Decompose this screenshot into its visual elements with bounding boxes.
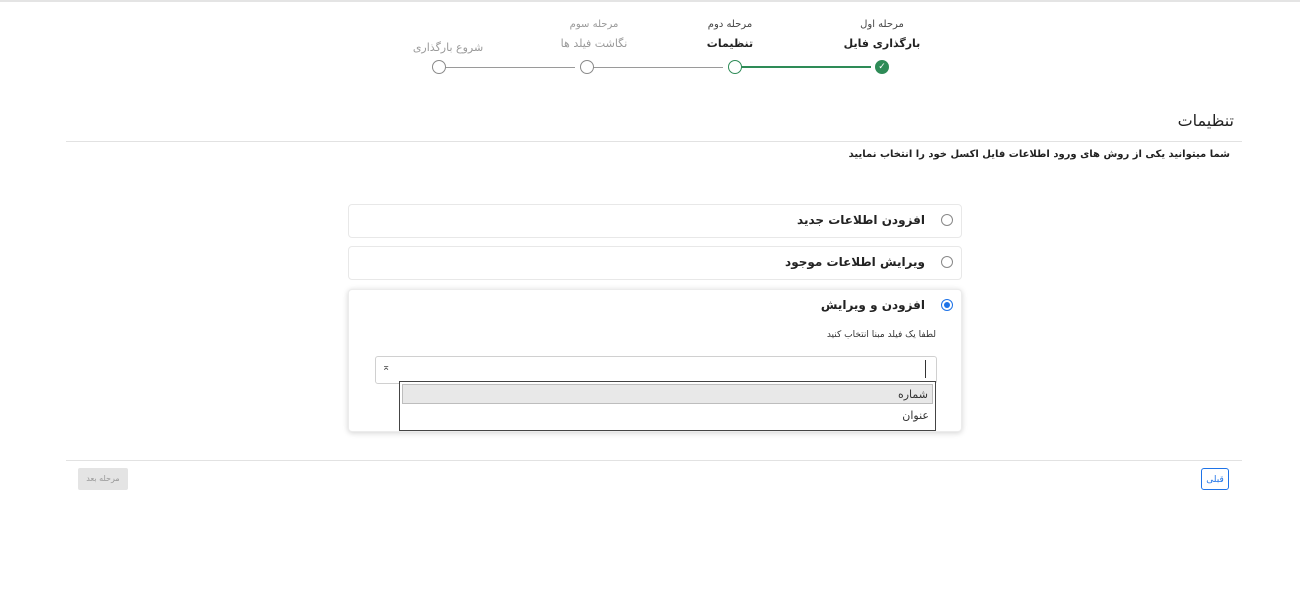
step-4-circle-icon <box>432 60 446 74</box>
step-title: نگاشت فیلد ها <box>560 37 628 50</box>
option-add-and-edit-card[interactable]: افزودن و ویرایش لطفا یک فیلد مبنا انتخاب… <box>348 289 962 432</box>
dropdown-option-title[interactable]: عنوان <box>402 406 933 426</box>
step-number-label: مرحله سوم <box>569 19 619 30</box>
step-field-mapping: مرحله سوم نگاشت فیلد ها <box>514 18 674 51</box>
option-add-new-radio[interactable] <box>941 214 953 226</box>
section-divider <box>66 141 1242 142</box>
step-settings: مرحله دوم تنظیمات <box>650 18 810 51</box>
stepper-track: ✓ <box>432 60 892 76</box>
base-field-dropdown-list[interactable]: شماره عنوان <box>399 381 936 431</box>
option-add-new-card[interactable]: افزودن اطلاعات جدید <box>348 204 962 238</box>
option-add-new-label[interactable]: افزودن اطلاعات جدید <box>797 213 925 227</box>
step-title: شروع بارگذاری <box>412 41 484 54</box>
option-add-and-edit-radio[interactable] <box>941 299 953 311</box>
dropdown-option-number[interactable]: شماره <box>402 384 933 404</box>
stepper-connector <box>593 67 723 68</box>
instructions-text: شما میتوانید یکی از روش های ورود اطلاعات… <box>848 149 1230 160</box>
option-edit-existing-label[interactable]: ویرایش اطلاعات موجود <box>785 255 925 269</box>
text-cursor <box>925 360 926 378</box>
step-title: تنظیمات <box>706 37 754 50</box>
step-upload-file: مرحله اول بارگذاری فایل <box>802 18 962 51</box>
stepper-connector <box>445 67 575 68</box>
stepper-connector-complete <box>741 66 871 68</box>
top-divider <box>0 0 1300 2</box>
base-field-select[interactable]: ⌅ <box>375 356 937 384</box>
option-add-and-edit-label[interactable]: افزودن و ویرایش <box>821 298 925 312</box>
footer-divider <box>66 460 1242 461</box>
step-title: بارگذاری فایل <box>843 37 921 50</box>
step-number-label: مرحله دوم <box>707 19 753 30</box>
page-title: تنظیمات <box>1177 111 1234 130</box>
option-edit-existing-radio[interactable] <box>941 256 953 268</box>
base-field-hint: لطفا یک فیلد مبنا انتخاب کنید <box>826 330 936 340</box>
step-2-circle-icon <box>728 60 742 74</box>
step-3-circle-icon <box>580 60 594 74</box>
check-icon: ✓ <box>875 60 889 74</box>
previous-button[interactable]: قبلی <box>1201 468 1229 490</box>
next-step-button[interactable]: مرحله بعد <box>78 468 128 490</box>
step-start-upload: شروع بارگذاری <box>368 36 528 55</box>
clear-selection-icon[interactable]: ⌅ <box>382 362 390 373</box>
option-edit-existing-card[interactable]: ویرایش اطلاعات موجود <box>348 246 962 280</box>
step-number-label: مرحله اول <box>860 19 904 30</box>
